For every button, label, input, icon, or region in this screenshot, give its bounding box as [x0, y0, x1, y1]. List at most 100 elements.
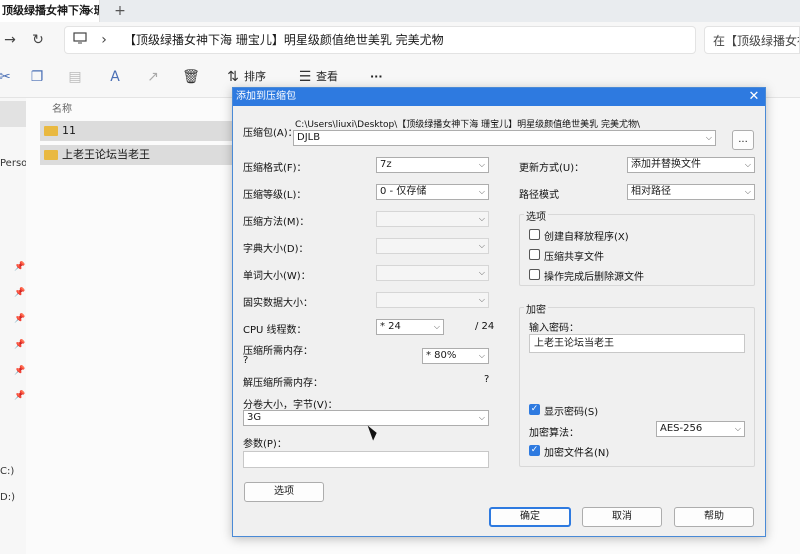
forward-icon[interactable]: → [0, 30, 20, 50]
params-label: 参数(P)： [243, 439, 287, 450]
file-row[interactable]: 11 [40, 121, 240, 141]
help-button[interactable]: 帮助 [674, 507, 754, 527]
pin-icon: 📌 [14, 262, 26, 272]
chevron-down-icon: ⌵ [478, 268, 485, 277]
format-value: 7z [380, 159, 392, 170]
dialog-title: 添加到压缩包 [233, 88, 765, 106]
archive-label: 压缩包(A)： [243, 128, 298, 139]
solid-label: 固实数据大小： [243, 298, 313, 309]
path-mode-select[interactable]: 相对路径 ⌵ [627, 184, 755, 200]
monitor-icon [70, 30, 90, 50]
nav-drive-d[interactable]: D:) [0, 492, 15, 503]
mem-select[interactable]: * 80% ⌵ [422, 348, 489, 364]
chevron-down-icon: ⌵ [744, 160, 751, 169]
method-select[interactable]: ⌵ [376, 211, 489, 227]
browse-button[interactable]: ... [732, 130, 754, 150]
paste-icon[interactable]: ▤ [64, 66, 86, 88]
chevron-down-icon: ⌵ [433, 322, 440, 331]
threads-label: CPU 线程数： [243, 325, 307, 336]
format-label: 压缩格式(F)： [243, 163, 307, 174]
breadcrumb-path[interactable]: 【顶级绿播女神下海 珊宝儿】明星级颜值绝世美乳 完美尤物 [124, 26, 444, 54]
method-label: 压缩方法(M)： [243, 217, 310, 228]
sfx-checkbox[interactable] [529, 229, 540, 240]
folder-icon [44, 150, 58, 160]
pin-icon: 📌 [14, 288, 26, 298]
split-value: 3G [247, 412, 262, 423]
level-value: 0 - 仅存储 [380, 186, 427, 197]
update-select[interactable]: 添加并替换文件 ⌵ [627, 157, 755, 173]
shared-label[interactable]: 压缩共享文件 [544, 248, 604, 263]
sort-button[interactable]: 排序 [244, 66, 266, 88]
delete-source-label[interactable]: 操作完成后删除源文件 [544, 268, 644, 283]
chevron-down-icon: ⌵ [478, 160, 485, 169]
copy-icon[interactable]: ❐ [26, 66, 48, 88]
breadcrumb-chevron-icon[interactable]: › [425, 30, 445, 50]
path-mode-value: 相对路径 [631, 186, 671, 197]
share-icon[interactable]: ↗ [142, 66, 164, 88]
options-group-label: 选项 [524, 208, 548, 223]
file-name: 上老王论坛当老王 [62, 148, 150, 161]
password-label: 输入密码： [529, 323, 579, 334]
view-button[interactable]: 查看 [316, 66, 338, 88]
split-label: 分卷大小，字节(V)： [243, 400, 338, 411]
chevron-down-icon: ⌵ [705, 133, 712, 142]
split-select[interactable]: 3G ⌵ [243, 410, 489, 426]
show-password-checkbox[interactable]: ✓ [529, 404, 540, 415]
sfx-label[interactable]: 创建自释放程序(X) [544, 228, 629, 243]
delete-icon[interactable]: 🗑 [180, 66, 202, 88]
word-select[interactable]: ⌵ [376, 265, 489, 281]
threads-max: / 24 [475, 321, 495, 332]
enc-method-value: AES-256 [660, 423, 703, 434]
enc-method-select[interactable]: AES-256 ⌵ [656, 421, 745, 437]
update-value: 添加并替换文件 [631, 159, 701, 170]
rename-icon[interactable]: A [104, 66, 126, 88]
tab-close-icon[interactable]: × [82, 0, 98, 22]
word-label: 单词大小(W)： [243, 271, 311, 282]
decomp-label: 解压缩所需内存： [243, 378, 323, 389]
cut-icon[interactable]: ✂ [0, 66, 16, 88]
pin-icon: 📌 [14, 340, 26, 350]
file-row[interactable]: 上老王论坛当老王 [40, 145, 240, 165]
threads-select[interactable]: * 24 ⌵ [376, 319, 444, 335]
delete-source-checkbox[interactable] [529, 269, 540, 280]
encrypt-names-checkbox[interactable]: ✓ [529, 445, 540, 456]
close-icon[interactable]: ✕ [745, 88, 763, 106]
chevron-down-icon: ⌵ [478, 187, 485, 196]
archive-name-value: DJLB [297, 132, 321, 143]
encryption-group-label: 加密 [524, 301, 548, 316]
show-password-label[interactable]: 显示密码(S) [544, 403, 598, 418]
mem-value: * 80% [426, 350, 457, 361]
level-select[interactable]: 0 - 仅存储 ⌵ [376, 184, 489, 200]
format-select[interactable]: 7z ⌵ [376, 157, 489, 173]
chevron-down-icon: ⌵ [478, 241, 485, 250]
solid-select[interactable]: ⌵ [376, 292, 489, 308]
more-options-button[interactable]: ··· [370, 66, 383, 88]
encrypt-names-label[interactable]: 加密文件名(N) [544, 444, 609, 459]
nav-drive-c[interactable]: C:) [0, 466, 14, 477]
password-input[interactable]: 上老王论坛当老王 [529, 334, 745, 353]
nav-item-selected[interactable] [0, 101, 26, 127]
ok-button[interactable]: 确定 [489, 507, 571, 527]
search-input[interactable]: 在【顶级绿播女神 [704, 26, 800, 54]
file-name: 11 [62, 124, 76, 137]
new-tab-button[interactable]: + [110, 0, 130, 22]
refresh-icon[interactable]: ↻ [28, 30, 48, 50]
decomp-value: ? [484, 374, 490, 385]
view-icon: ☰ [298, 69, 312, 85]
shared-checkbox[interactable] [529, 249, 540, 260]
mem-value-text: ? [243, 355, 249, 366]
chevron-down-icon: ⌵ [478, 351, 485, 360]
pin-icon: 📌 [14, 314, 26, 324]
cancel-button[interactable]: 取消 [582, 507, 662, 527]
archive-name-input[interactable]: DJLB ⌵ [293, 130, 716, 146]
add-to-archive-dialog: 添加到压缩包 ✕ 压缩包(A)： C:\Users\liuxi\Desktop\… [232, 87, 766, 537]
column-header-name[interactable]: 名称 [52, 100, 72, 115]
breadcrumb-chevron-icon: › [101, 32, 107, 48]
level-label: 压缩等级(L)： [243, 190, 307, 201]
chevron-down-icon: ⌵ [478, 413, 485, 422]
folder-icon [44, 126, 58, 136]
params-input[interactable] [243, 451, 489, 468]
options-button[interactable]: 选项 [244, 482, 324, 502]
dict-select[interactable]: ⌵ [376, 238, 489, 254]
dict-label: 字典大小(D)： [243, 244, 309, 255]
